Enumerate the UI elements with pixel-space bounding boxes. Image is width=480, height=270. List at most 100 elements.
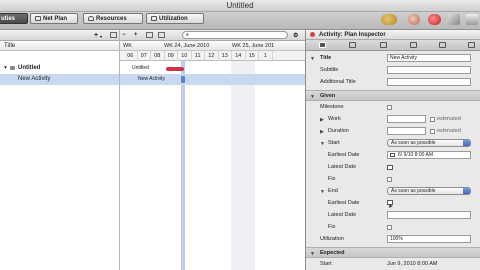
inspector-tabs	[306, 40, 480, 51]
tab-cost-icon[interactable]	[410, 42, 417, 48]
close-icon[interactable]	[310, 32, 315, 37]
start-earliest-date-field[interactable]: 6/ 9/10 8:00 AM	[387, 151, 471, 159]
inspector-toggle-icon[interactable]	[466, 14, 478, 25]
tab-dates-icon[interactable]	[349, 42, 356, 48]
contacts-icon[interactable]	[408, 14, 420, 25]
given-disclosure-icon[interactable]: ▼	[310, 94, 315, 100]
milestone-checkbox[interactable]	[387, 105, 392, 110]
toolbar-utilization-button[interactable]: Utilization	[146, 13, 204, 24]
activity-bar[interactable]	[181, 76, 185, 83]
search-icon: ⌕	[186, 32, 189, 38]
zoom-in-button[interactable]: +	[134, 32, 138, 38]
gantt-options-icon[interactable]	[158, 32, 165, 38]
tools-icon[interactable]	[448, 14, 460, 25]
subtitle-row: Subtitle	[306, 65, 480, 76]
additional-title-label: Additional Title	[320, 79, 356, 85]
group-summary-bar[interactable]	[166, 67, 184, 71]
gantt-header: − + ⌕ ⚙	[120, 30, 305, 41]
calendar-icon[interactable]	[390, 153, 395, 157]
utilization-row: Utilization 100%	[306, 234, 480, 245]
utilization-field[interactable]: 100%	[387, 235, 471, 243]
outline-header: + ▾	[0, 30, 119, 41]
end-disclosure-icon[interactable]: ▼	[320, 189, 325, 195]
work-estimated-checkbox[interactable]	[430, 117, 435, 122]
tab-info-icon[interactable]	[468, 42, 475, 48]
gantt-settings-gear-icon[interactable]: ⚙	[293, 32, 298, 39]
day-cell-2: 08	[151, 51, 165, 61]
end-latest-date-label: Latest Date	[328, 212, 357, 218]
search-field[interactable]: ⌕	[182, 31, 288, 39]
add-menu-chevron-icon[interactable]: ▾	[100, 34, 102, 39]
end-label: End	[328, 188, 338, 194]
toolbar-net-plan-button[interactable]: Net Plan	[30, 13, 78, 24]
toolbar-resources-button[interactable]: Resources	[83, 13, 143, 24]
duration-estimated-checkbox[interactable]	[430, 129, 435, 134]
tab-notes-icon[interactable]	[439, 42, 446, 48]
duration-disclosure-icon[interactable]: ▶	[320, 129, 324, 135]
work-field[interactable]	[387, 115, 426, 123]
work-label: Work	[328, 116, 341, 122]
day-cell-3: 09	[165, 51, 178, 61]
expected-section-header[interactable]: ▼ Expected	[306, 247, 480, 258]
day-cell-4: 10	[178, 51, 192, 61]
gantt-group-row: Untitled	[120, 63, 305, 74]
start-fix-row: Fix	[306, 174, 480, 185]
end-fix-row: Fix	[306, 222, 480, 233]
latest-date-calendar-icon[interactable]	[387, 165, 393, 170]
end-latest-date-row: Latest Date	[306, 210, 480, 221]
tab-resources-icon[interactable]	[380, 42, 387, 48]
title-field[interactable]: New Activity	[387, 54, 471, 62]
start-latest-date-row: Latest Date	[306, 162, 480, 173]
folder-icon	[10, 66, 15, 70]
gantt-view-icon[interactable]	[146, 32, 153, 38]
end-latest-date-field[interactable]	[387, 211, 471, 219]
title-label: Title	[320, 55, 332, 61]
end-row: ▼ End As soon as possible	[306, 186, 480, 197]
tab-activity-icon[interactable]	[319, 42, 326, 48]
add-activity-button[interactable]: +	[94, 32, 98, 39]
outline-column-header[interactable]: Title	[0, 41, 119, 51]
inspector-title-bar: Activity: Plan Inspector	[306, 30, 480, 40]
work-row: ▶ Work estimated	[306, 114, 480, 125]
outline-activity-row[interactable]: New Activity	[0, 74, 119, 85]
end-earliest-date-row: Earliest Date ➤	[306, 198, 480, 210]
duration-estimated-label: estimated	[437, 128, 461, 134]
day-cell-7: 13	[219, 51, 232, 61]
start-earliest-date-label: Earliest Date	[328, 152, 360, 158]
end-fix-checkbox[interactable]	[387, 225, 392, 230]
milestone-label: Milestone	[320, 104, 344, 110]
outline-pane: + ▾ Title ▼ Untitled New Activity	[0, 30, 120, 270]
disclosure-triangle-icon[interactable]: ▼	[3, 65, 8, 71]
activity-title: New Activity	[18, 76, 51, 82]
expected-start-value: Jun 9, 2010 8:00 AM	[387, 261, 438, 267]
end-popup-arrows-icon	[463, 188, 470, 194]
title-disclosure-icon[interactable]: ▼	[310, 56, 315, 62]
zoom-out-button[interactable]: −	[122, 32, 126, 38]
start-disclosure-icon[interactable]: ▼	[320, 141, 325, 147]
inspector-title-row: ▼ Title New Activity	[306, 53, 480, 64]
horn-icon[interactable]	[381, 14, 397, 25]
end-mode-popup[interactable]: As soon as possible	[387, 187, 471, 195]
work-disclosure-icon[interactable]: ▶	[320, 117, 324, 123]
duration-label: Duration	[328, 128, 349, 134]
start-mode-value: As soon as possible	[391, 140, 436, 146]
start-mode-popup[interactable]: As soon as possible	[387, 139, 471, 147]
expected-start-row: Start Jun 9, 2010 8:00 AM	[306, 259, 480, 270]
gantt-activity-label: New Activity	[138, 76, 165, 82]
subtitle-field[interactable]	[387, 66, 471, 74]
lifebuoy-icon[interactable]	[428, 14, 441, 25]
additional-title-field[interactable]	[387, 78, 471, 86]
columns-icon[interactable]	[110, 32, 117, 38]
start-latest-date-label: Latest Date	[328, 164, 357, 170]
duration-field[interactable]	[387, 127, 426, 135]
gantt-group-label: Untitled	[132, 65, 149, 71]
toolbar-net-plan-label: Net Plan	[43, 15, 68, 22]
expected-disclosure-icon[interactable]: ▼	[310, 251, 315, 257]
popup-arrows-icon	[463, 140, 470, 146]
given-section-header[interactable]: ▼ Given	[306, 90, 480, 101]
end-earliest-date-label: Earliest Date	[328, 200, 360, 206]
toolbar: uties Net Plan Resources Utilization	[0, 12, 480, 30]
toolbar-activities-button[interactable]: uties	[0, 13, 28, 24]
start-fix-checkbox[interactable]	[387, 177, 392, 182]
outline-group-row[interactable]: ▼ Untitled	[0, 63, 119, 74]
